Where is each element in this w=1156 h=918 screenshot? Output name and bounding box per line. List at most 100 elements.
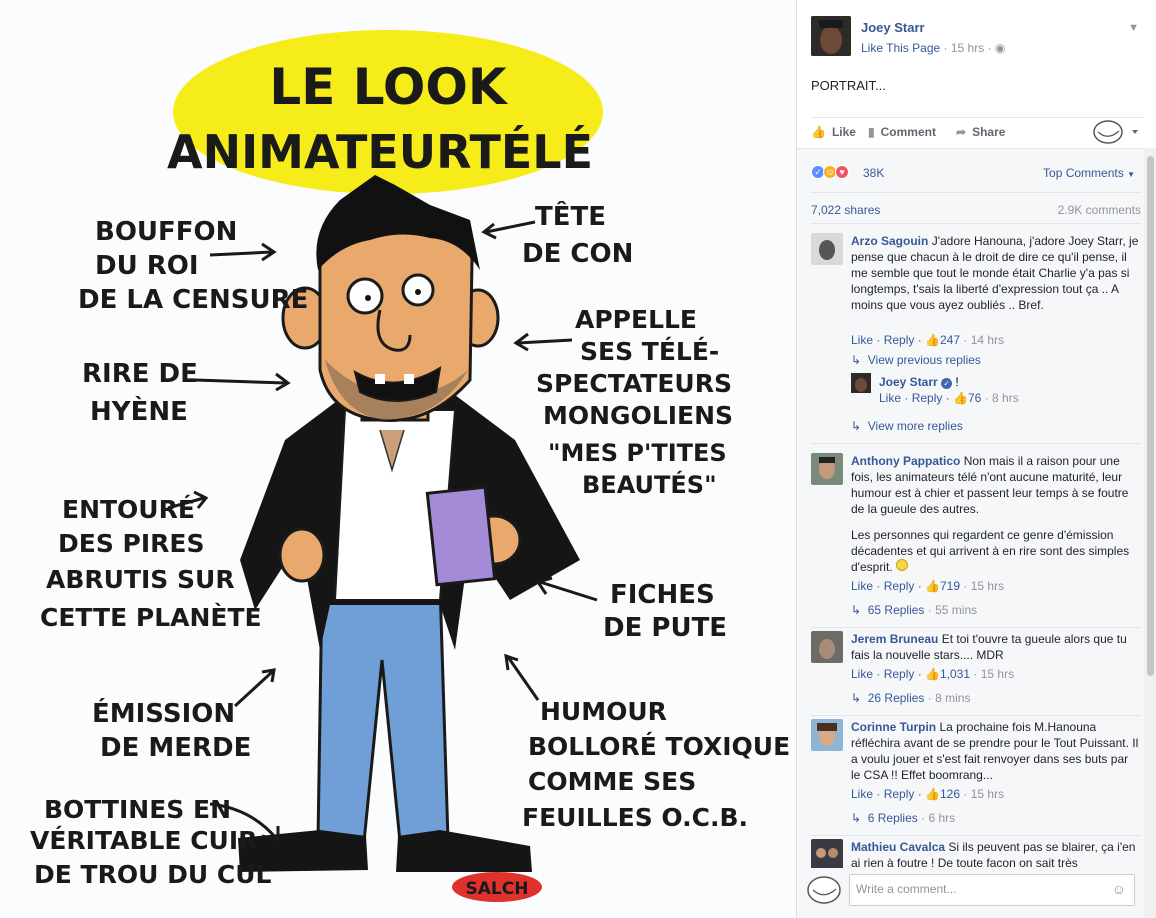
comment-input-box[interactable]: ☺ [849,874,1135,906]
avatar-image [811,16,851,56]
replies-link[interactable]: ↳ 6 Replies · 6 hrs [851,811,955,825]
comment-actions: Like · Reply · 👍126 · 15 hrs [851,787,1005,801]
verified-badge-icon: ✓ [941,378,953,389]
view-previous-replies[interactable]: ↳ View previous replies [851,353,981,367]
comment-time[interactable]: 15 hrs [971,579,1004,593]
comment-reply-link[interactable]: Reply [884,579,915,593]
like-button[interactable]: 👍 Like [811,125,856,139]
comment-like-link[interactable]: Like [851,579,873,593]
emoji-icon[interactable]: ☺ [1112,881,1126,897]
comment-time[interactable]: 15 hrs [981,667,1014,681]
comment-time[interactable]: 14 hrs [971,333,1004,347]
top-comments-label: Top Comments [1043,166,1124,180]
label-humour: HUMOUR BOLLORÉ TOXIQUE COMME SES FEUILLE… [522,697,790,832]
comment-time[interactable]: 15 hrs [971,787,1004,801]
comment-like-link[interactable]: Like [851,787,873,801]
label-appelle: APPELLE SES TÉLÉ- SPECTATEURS MONGOLIENS… [536,305,733,499]
nested-like-count[interactable]: 76 [968,391,981,405]
scroll-thumb[interactable] [1147,156,1154,676]
scrollbar[interactable] [1144,148,1156,918]
replies-time: 8 mins [935,691,971,705]
comment-like-link[interactable]: Like [851,333,873,347]
commenter-name[interactable]: Arzo Sagouin [851,234,928,248]
right-shoe [396,830,532,872]
cartoon-title-1: LE LOOK [269,58,509,116]
replies-link[interactable]: ↳ 65 Replies · 55 mins [851,603,977,617]
reply-arrow-icon: ↳ [851,811,862,825]
post-sidebar: Joey Starr Like This Page · 15 hrs · ◉ ▼… [796,0,1156,918]
replies-label: 26 Replies [867,691,925,705]
nested-time[interactable]: 8 hrs [992,391,1019,405]
replies-time: 55 mins [935,603,978,617]
globe-icon: ◉ [994,41,1006,55]
svg-text:"MES P'TITES: "MES P'TITES [548,439,727,467]
view-more-label: View more replies [867,419,963,433]
comments-area: ✓ ☺ ♥ 38K Top Comments ▼ 7,022 shares 2.… [797,148,1144,918]
commenter-name[interactable]: Jerem Bruneau [851,632,938,646]
svg-text:VÉRITABLE CUIR: VÉRITABLE CUIR [30,826,257,855]
commenter-name[interactable]: Anthony Pappatico [851,454,960,468]
comment-actions: Like · Reply · 👍1,031 · 15 hrs [851,667,1015,681]
commenter-name[interactable]: Corinne Turpin [851,720,936,734]
svg-text:DU ROI: DU ROI [95,251,199,281]
post-time[interactable]: 15 hrs [951,41,984,55]
comment-button[interactable]: ▮ Comment [868,125,936,139]
shares-link[interactable]: 7,022 shares [811,203,880,217]
svg-text:FEUILLES O.C.B.: FEUILLES O.C.B. [522,803,748,832]
commenter-name[interactable]: Mathieu Cavalca [851,840,945,854]
label-entoure: ENTOURÉ DES PIRES ABRUTIS SUR CETTE PLAN… [40,495,262,632]
comment-like-link[interactable]: Like [851,667,873,681]
comment-reply-link[interactable]: Reply [884,667,915,681]
like-page-link[interactable]: Like This Page [861,41,940,55]
comment-reply-link[interactable]: Reply [884,787,915,801]
comment-body-2: Les personnes qui regardent ce genre d'é… [851,527,1139,575]
reaction-count[interactable]: 38K [863,166,884,180]
comment-composer: ☺ [797,868,1144,918]
comment-input[interactable] [856,882,1106,896]
commenter-avatar[interactable] [811,233,843,265]
nested-reply-link[interactable]: Reply [912,391,943,405]
reaction-selector[interactable] [1091,119,1139,145]
comment-actions: Like · Reply · 👍247 · 14 hrs [851,333,1005,347]
share-label: Share [972,125,1006,139]
svg-text:BOUFFON: BOUFFON [95,217,237,247]
svg-text:ÉMISSION: ÉMISSION [92,697,235,729]
nested-like-link[interactable]: Like [879,391,901,405]
comment-label: Comment [880,125,936,139]
comment-like-count[interactable]: 719 [940,579,960,593]
reactions-row[interactable]: ✓ ☺ ♥ 38K Top Comments ▼ [811,163,1141,183]
cartoon-title-2: ANIMATEURTÉLÉ [167,125,593,179]
svg-text:BOTTINES EN: BOTTINES EN [44,795,231,824]
commenter-avatar[interactable] [811,719,843,751]
comment-reply-link[interactable]: Reply [884,333,915,347]
comment-like-count[interactable]: 1,031 [940,667,970,681]
svg-text:DE PUTE: DE PUTE [603,613,727,643]
comment-count[interactable]: 2.9K comments [1058,203,1141,217]
chevron-down-icon[interactable]: ▼ [1128,22,1139,34]
signature: SALCH [466,879,529,899]
post-photo[interactable]: LE LOOK ANIMATEURTÉLÉ BOUFFON DU ROI DE … [0,0,796,918]
commenter-avatar[interactable] [811,631,843,663]
divider [811,715,1141,716]
svg-text:COMME SES: COMME SES [528,767,696,796]
right-pupil [415,289,421,295]
share-button[interactable]: ➦ Share [956,125,1005,139]
svg-text:ENTOURÉ: ENTOURÉ [62,495,195,524]
nested-body: Joey Starr ✓ ! [879,375,959,389]
nested-avatar[interactable] [851,373,871,393]
replies-link[interactable]: ↳ 26 Replies · 8 mins [851,691,970,705]
top-comments-dropdown[interactable]: Top Comments ▼ [1043,166,1135,180]
svg-text:DES PIRES: DES PIRES [58,529,205,558]
comment-like-count[interactable]: 126 [940,787,960,801]
page-avatar[interactable] [811,16,851,56]
view-more-replies[interactable]: ↳ View more replies [851,419,963,433]
action-bar: 👍 Like ▮ Comment ➦ Share [811,117,1143,147]
comment-like-count[interactable]: 247 [940,333,960,347]
nested-name[interactable]: Joey Starr [879,375,938,389]
nested-text: ! [955,375,959,389]
commenter-avatar[interactable] [811,453,843,485]
commenter-avatar[interactable] [811,839,843,869]
comment-body: Mathieu Cavalca Si ils peuvent pas se bl… [851,839,1139,869]
svg-text:DE LA CENSURE: DE LA CENSURE [78,285,308,315]
page-name[interactable]: Joey Starr [861,20,925,35]
